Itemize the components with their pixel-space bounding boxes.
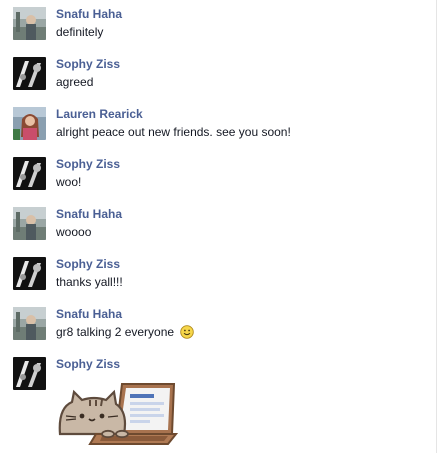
- avatar-snafu[interactable]: [13, 307, 46, 340]
- avatar-snafu[interactable]: [13, 7, 46, 40]
- smiley-emoji-icon: [180, 325, 195, 343]
- sender-name[interactable]: Sophy Ziss: [56, 257, 120, 272]
- sender-name[interactable]: Sophy Ziss: [56, 157, 120, 172]
- message-text: woo!: [56, 175, 82, 189]
- sender-name[interactable]: Sophy Ziss: [56, 357, 120, 372]
- chat-conversation: Snafu Haha definitely Sophy Ziss agreed: [0, 0, 437, 453]
- avatar-snafu[interactable]: [13, 207, 46, 240]
- avatar-sophy[interactable]: [13, 157, 46, 190]
- message-text: definitely: [56, 25, 104, 39]
- avatar-sophy[interactable]: [13, 257, 46, 290]
- message-item: Sophy Ziss woo!: [0, 157, 430, 207]
- message-item: Sophy Ziss thanks yall!!!: [0, 257, 430, 307]
- sender-name[interactable]: Snafu Haha: [56, 7, 122, 22]
- message-text-container: gr8 talking 2 everyone: [56, 325, 195, 343]
- sender-name[interactable]: Lauren Rearick: [56, 107, 143, 122]
- message-item: Sophy Ziss agreed: [0, 57, 430, 107]
- message-text: agreed: [56, 75, 94, 89]
- message-item: Snafu Haha woooo: [0, 207, 430, 257]
- message-item: Snafu Haha gr8 talking 2 everyone: [0, 307, 430, 357]
- message-text: gr8 talking 2 everyone: [56, 325, 175, 339]
- pusheen-cat-laptop-sticker-icon[interactable]: [56, 378, 179, 448]
- message-text: thanks yall!!!: [56, 275, 123, 289]
- message-item: Lauren Rearick alright peace out new fri…: [0, 107, 430, 157]
- avatar-sophy[interactable]: [13, 57, 46, 90]
- sender-name[interactable]: Snafu Haha: [56, 307, 122, 322]
- message-text: woooo: [56, 225, 92, 239]
- avatar-lauren[interactable]: [13, 107, 46, 140]
- sender-name[interactable]: Sophy Ziss: [56, 57, 120, 72]
- message-item: Snafu Haha definitely: [0, 7, 430, 57]
- sender-name[interactable]: Snafu Haha: [56, 207, 122, 222]
- avatar-sophy[interactable]: [13, 357, 46, 390]
- message-text: alright peace out new friends. see you s…: [56, 125, 291, 139]
